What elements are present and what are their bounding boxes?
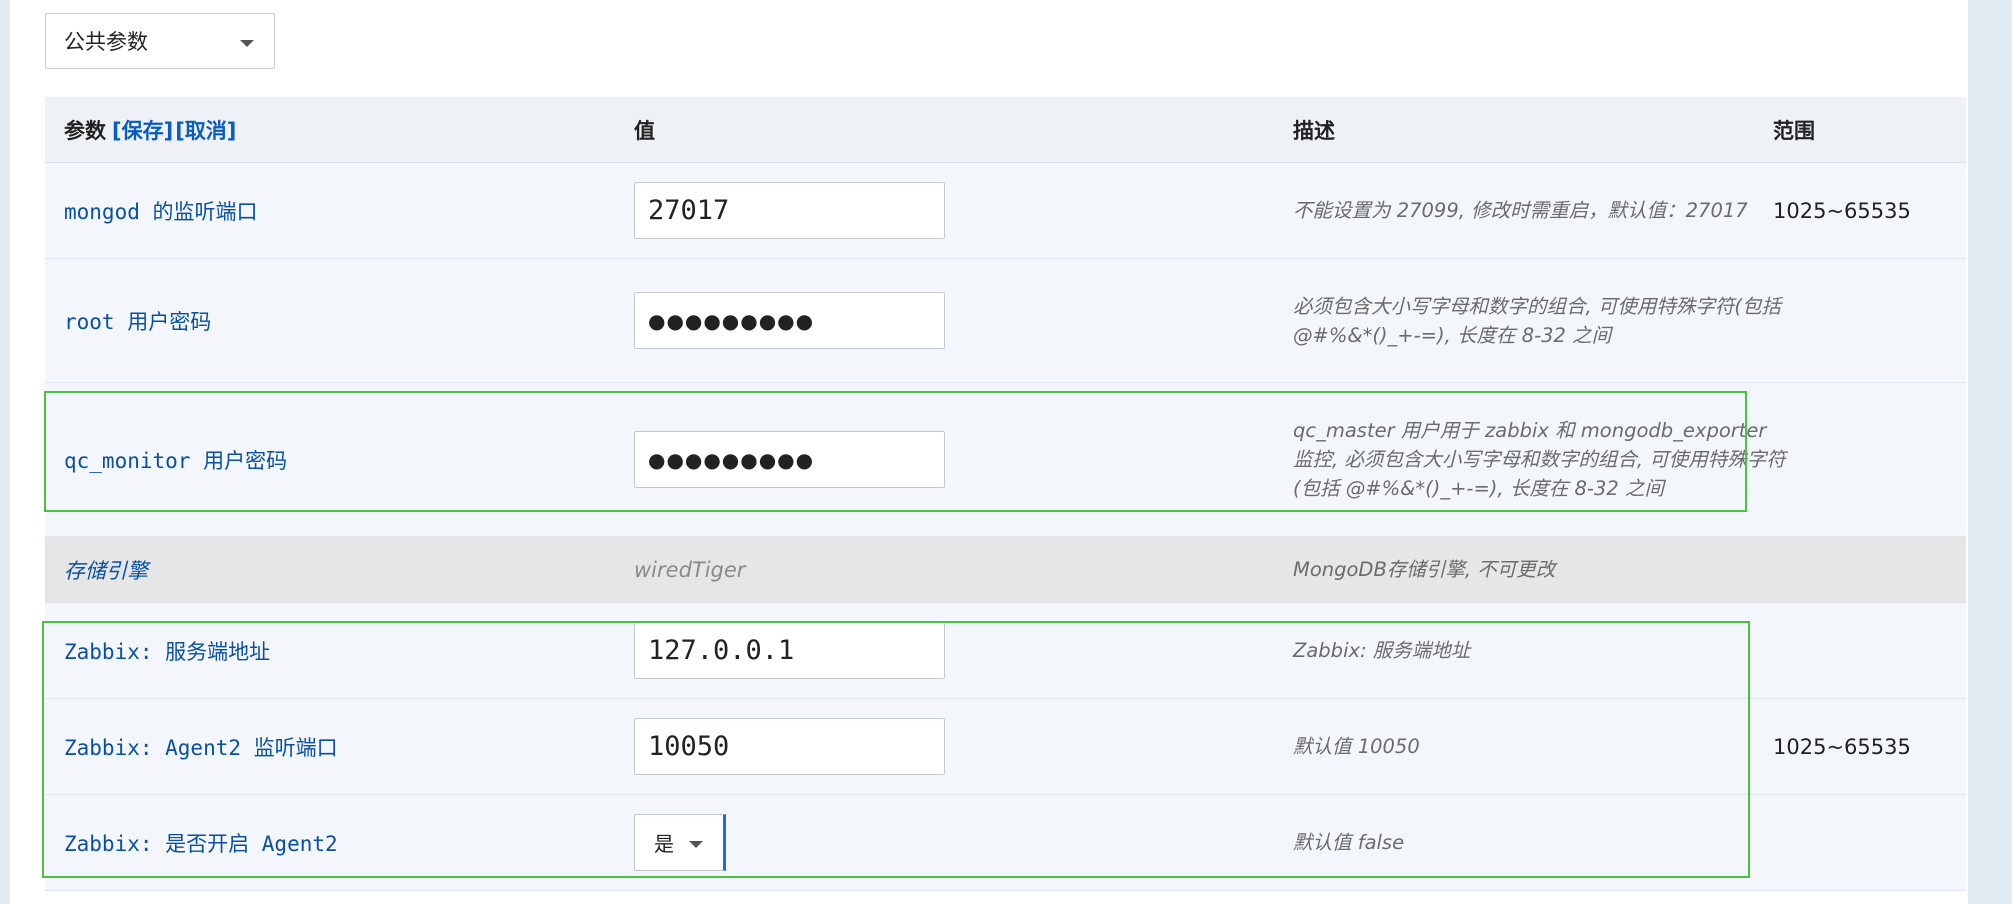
save-link[interactable]: [保存] [112, 115, 173, 145]
param-description: 不能设置为 27099, 修改时需重启，默认值：27017 [1293, 199, 1748, 222]
value-column-header: 值 [634, 118, 655, 143]
chevron-down-icon [689, 841, 703, 848]
param-description: 默认值 10050 [1293, 735, 1420, 758]
param-name: qc_monitor 用户密码 [64, 448, 288, 473]
table-row: Zabbix: Agent2 监听端口 10050 默认值 10050 1025… [45, 699, 1966, 795]
param-name: root 用户密码 [64, 309, 212, 334]
description-column-header: 描述 [1293, 118, 1335, 143]
param-name: Zabbix: 服务端地址 [64, 639, 271, 664]
zabbix-agent2-enable-select[interactable]: 是 [634, 814, 726, 871]
param-range: 1025~65535 [1773, 734, 1911, 759]
left-page-gutter [0, 0, 10, 904]
parameter-group-selected: 公共参数 [64, 30, 148, 54]
param-name: Zabbix: 是否开启 Agent2 [64, 831, 338, 856]
zabbix-agent2-port-input[interactable]: 10050 [634, 718, 945, 775]
readonly-value: wiredTiger [634, 557, 746, 582]
param-description: 默认值 false [1293, 831, 1405, 854]
zabbix-server-input[interactable]: 127.0.0.1 [634, 622, 945, 679]
param-name: mongod 的监听端口 [64, 199, 258, 224]
root-password-input[interactable]: ●●●●●●●●● [634, 292, 945, 349]
table-row-readonly: 存储引擎 wiredTiger MongoDB存储引擎, 不可更改 [45, 537, 1966, 603]
right-page-gutter [1968, 0, 2012, 904]
mongod-port-input[interactable]: 27017 [634, 182, 945, 239]
parameters-table: 参数 [保存] [取消] 值 描述 范围 mongod 的监听端口 27017 … [45, 97, 1966, 891]
table-row: root 用户密码 ●●●●●●●●● 必须包含大小写字母和数字的组合, 可使用… [45, 259, 1966, 383]
chevron-down-icon [240, 40, 254, 47]
param-name: Zabbix: Agent2 监听端口 [64, 735, 338, 760]
param-description: qc_master 用户用于 zabbix 和 mongodb_exporter… [1293, 419, 1786, 500]
param-column-header: 参数 [64, 118, 106, 143]
table-row: mongod 的监听端口 27017 不能设置为 27099, 修改时需重启，默… [45, 163, 1966, 259]
table-header: 参数 [保存] [取消] 值 描述 范围 [45, 97, 1966, 163]
table-row: Zabbix: 是否开启 Agent2 是 默认值 false [45, 795, 1966, 891]
table-row: Zabbix: 服务端地址 127.0.0.1 Zabbix: 服务端地址 [45, 603, 1966, 699]
param-name: 存储引擎 [64, 558, 148, 583]
range-column-header: 范围 [1773, 118, 1815, 143]
param-description: 必须包含大小写字母和数字的组合, 可使用特殊字符(包括 @#%&*()_+-=)… [1293, 294, 1782, 347]
cancel-link[interactable]: [取消] [175, 115, 236, 145]
param-description: Zabbix: 服务端地址 [1293, 639, 1471, 662]
qc-monitor-password-input[interactable]: ●●●●●●●●● [634, 431, 945, 488]
parameter-group-select[interactable]: 公共参数 [45, 13, 275, 69]
table-row: qc_monitor 用户密码 ●●●●●●●●● qc_master 用户用于… [45, 383, 1966, 537]
param-range: 1025~65535 [1773, 198, 1911, 223]
param-description: MongoDB存储引擎, 不可更改 [1293, 558, 1556, 581]
